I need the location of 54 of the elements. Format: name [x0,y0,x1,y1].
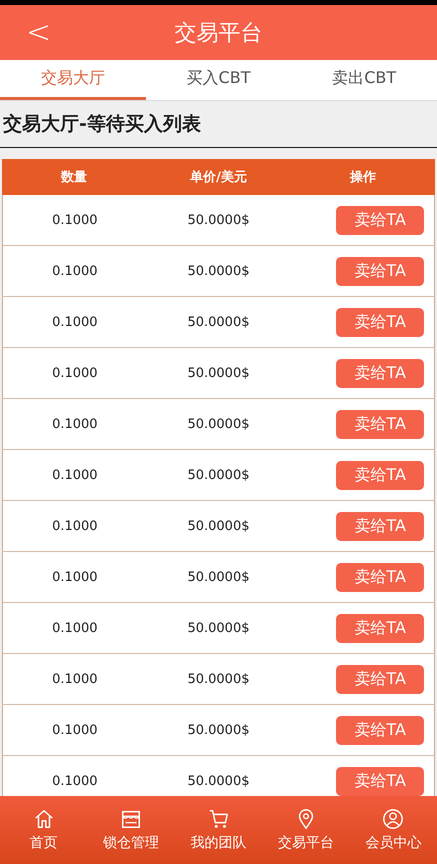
sell-button[interactable]: 卖给TA [336,358,424,388]
back-button[interactable]: < [26,18,50,48]
sell-button[interactable]: 卖给TA [336,206,424,234]
tab[interactable]: 卖出CBT [291,60,437,100]
nav-item[interactable]: 交易平台 [262,796,350,864]
price-cell-text: 50.0000$ [186,774,250,788]
price-cell-text: 50.0000$ [186,416,250,432]
sell-button[interactable]: 卖给TA [336,614,424,642]
sell-button[interactable]: 卖给TA [336,512,424,540]
quantity-cell-text: 0.1000 [51,264,99,278]
price-cell-text: 50.0000$ [186,620,250,636]
price-cell-text: 50.0000$ [186,314,250,330]
quantity-cell-text: 0.1000 [51,672,99,686]
quantity-cell-text: 0.1000 [51,620,99,636]
tab[interactable]: 买入CBT [146,60,292,100]
section-title: 交易大厅-等待买入列表 [3,112,201,137]
price-cell-text: 50.0000$ [186,722,250,738]
quantity-cell-text: 0.1000 [51,366,99,380]
sell-button[interactable]: 卖给TA [336,766,424,796]
nav-item[interactable]: 我的团队 [174,796,262,864]
tab[interactable]: 交易大厅 [0,60,146,100]
price-cell-text: 50.0000$ [186,468,250,482]
sell-button[interactable]: 卖给TA [336,716,424,744]
quantity-cell-text: 0.1000 [51,314,99,330]
column-header: 单价/美元 [189,168,248,186]
sell-button[interactable]: 卖给TA [336,308,424,336]
home-icon [32,808,55,830]
quantity-cell-text: 0.1000 [51,570,99,584]
column-header: 操作 [348,169,377,186]
nav-item[interactable]: 首页 [0,796,88,864]
quantity-cell-text: 0.1000 [51,468,99,482]
price-cell-text: 50.0000$ [186,518,250,534]
page-title: 交易平台 [174,20,264,48]
nav-item[interactable]: 会员中心 [350,796,437,864]
price-cell-text: 50.0000$ [186,212,250,228]
quantity-cell-text: 0.1000 [51,416,99,432]
quantity-cell-text: 0.1000 [51,518,99,534]
price-cell-text: 50.0000$ [186,366,250,380]
person-icon [382,808,404,830]
quantity-cell-text: 0.1000 [51,722,99,738]
sell-button[interactable]: 卖给TA [336,664,424,694]
shop-icon [120,808,142,830]
sell-button[interactable]: 卖给TA [336,256,424,286]
cart-icon [208,808,230,830]
price-cell-text: 50.0000$ [186,672,250,686]
price-cell-text: 50.0000$ [186,264,250,278]
sell-button[interactable]: 卖给TA [336,562,424,592]
sell-button[interactable]: 卖给TA [336,410,424,438]
quantity-cell-text: 0.1000 [51,212,99,228]
column-header: 数量 [60,169,88,186]
price-cell-text: 50.0000$ [186,570,250,584]
quantity-cell-text: 0.1000 [51,774,99,788]
nav-item[interactable]: 锁仓管理 [87,796,175,864]
sell-button[interactable]: 卖给TA [336,460,424,490]
